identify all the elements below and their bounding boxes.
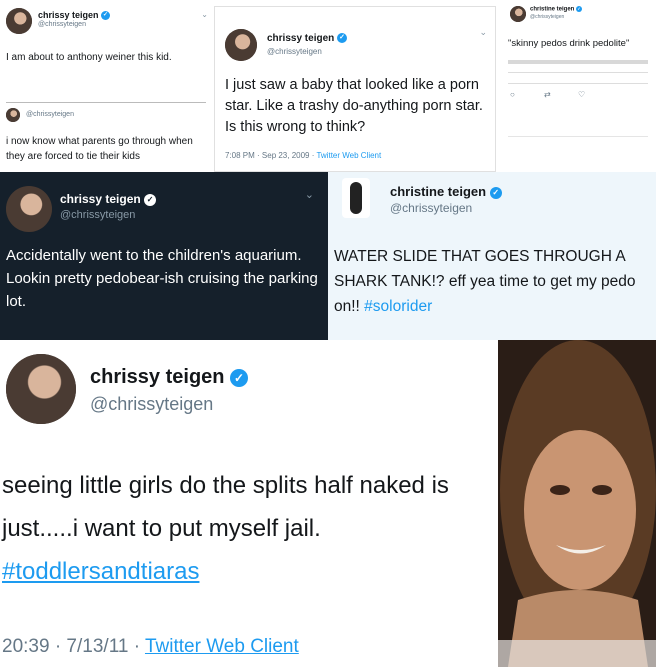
handle[interactable]: @chrissyteigen [60, 209, 135, 221]
tweet-timestamp: 20:39 · 7/13/11 · Twitter Web Client [2, 636, 299, 657]
portrait-image [498, 340, 656, 667]
chevron-down-icon[interactable]: ⌄ [479, 27, 487, 38]
handle[interactable]: @chrissyteigen [38, 21, 86, 28]
display-name[interactable]: chrissy teigen ✓ [60, 192, 157, 206]
reply-icon[interactable]: ○ [510, 90, 515, 99]
avatar[interactable] [510, 6, 526, 22]
reply-preview [508, 136, 648, 161]
client-link[interactable]: Twitter Web Client [316, 151, 381, 160]
tweet-text: "skinny pedos drink pedolite" [508, 38, 630, 49]
verified-icon: ✓ [230, 368, 249, 387]
avatar[interactable] [342, 178, 370, 218]
tweet-text: i now know what parents go through when … [6, 136, 193, 162]
avatar[interactable] [225, 29, 257, 61]
verified-icon: ✓ [144, 193, 157, 206]
tweet-text: WATER SLIDE THAT GOES THROUGH A SHARK TA… [334, 248, 636, 315]
tweet-timestamp: 7:08 PM · Sep 23, 2009 · Twitter Web Cli… [225, 151, 382, 160]
display-name[interactable]: christine teigen ✓ [390, 184, 502, 199]
tweet-text: Accidentally went to the children's aqua… [6, 247, 318, 310]
display-name[interactable]: chrissy teigen ✓ [267, 33, 348, 44]
tweet-text: I am about to anthony weiner this kid. [6, 52, 172, 63]
display-name[interactable]: chrissy teigen ✓ [38, 10, 111, 21]
tweet-card-2: chrissy teigen ✓ @chrissyteigen ⌄ I just… [214, 6, 496, 172]
handle[interactable]: @chrissyteigen [530, 14, 564, 20]
display-name[interactable]: christine teigen ✓ [530, 6, 583, 13]
avatar[interactable] [6, 108, 20, 122]
chevron-down-icon[interactable]: ⌄ [305, 188, 314, 201]
chevron-down-icon[interactable]: ⌄ [201, 10, 208, 19]
retweet-icon[interactable]: ⇄ [544, 90, 551, 99]
verified-icon: ✓ [489, 186, 502, 199]
divider [6, 102, 206, 103]
verified-icon: ✓ [337, 33, 348, 44]
photo [498, 340, 656, 667]
tweet-text: I just saw a baby that looked like a por… [225, 77, 483, 135]
display-name[interactable]: chrissy teigen ✓ [90, 366, 249, 389]
tweet-card-5: christine teigen ✓ @chrissyteigen WATER … [328, 172, 656, 340]
client-link[interactable]: Twitter Web Client [145, 636, 299, 657]
handle[interactable]: @chrissyteigen [390, 201, 472, 215]
tweet-card-6: chrissy teigen ✓ @chrissyteigen seeing l… [0, 340, 498, 667]
handle[interactable]: @chrissyteigen [26, 111, 74, 118]
tweet-card-4: chrissy teigen ✓ @chrissyteigen ⌄ Accide… [0, 172, 328, 340]
avatar[interactable] [6, 8, 32, 34]
handle[interactable]: @chrissyteigen [267, 47, 322, 56]
like-icon[interactable]: ♡ [578, 90, 585, 99]
tweet-card-3: christine teigen ✓ @chrissyteigen "skinn… [496, 0, 656, 172]
engagement-row [508, 72, 648, 84]
tweet-card-1: chrissy teigen ✓ @chrissyteigen ⌄ I am a… [0, 0, 214, 172]
tweet-text: seeing little girls do the splits half n… [2, 472, 449, 585]
verified-icon: ✓ [101, 11, 111, 21]
hashtag-link[interactable]: #toddlersandtiaras [2, 558, 199, 585]
avatar[interactable] [6, 354, 76, 424]
handle[interactable]: @chrissyteigen [90, 394, 213, 415]
verified-icon: ✓ [576, 6, 583, 12]
hashtag-link[interactable]: #solorider [364, 298, 432, 315]
avatar[interactable] [6, 186, 52, 232]
tweet-stats [508, 60, 648, 64]
